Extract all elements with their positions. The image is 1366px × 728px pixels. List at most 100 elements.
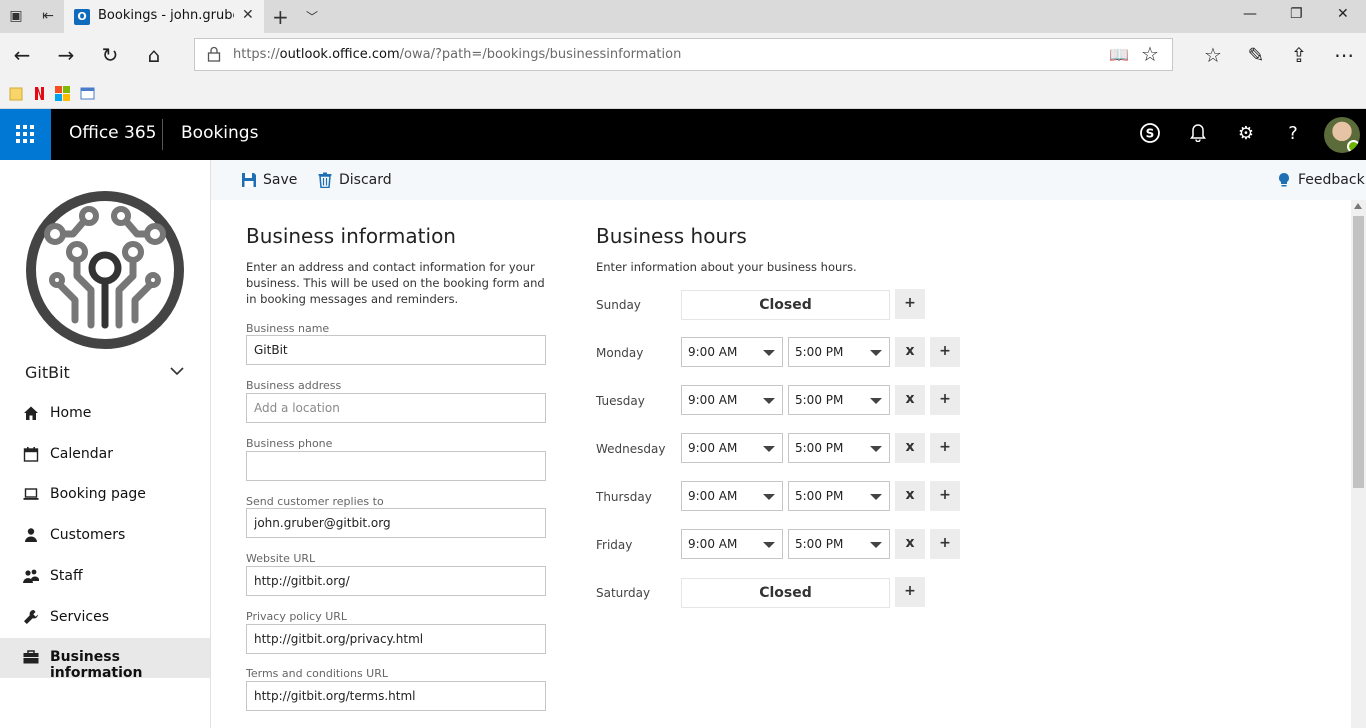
tab-preview-icon[interactable]: ▣ [8,8,24,24]
set-aside-tabs-icon[interactable]: ⇤ [40,8,56,24]
saturday-closed-status[interactable]: Closed [681,578,890,608]
business-name-selector[interactable]: GitBit [25,363,70,382]
page-scrollbar[interactable] [1351,200,1366,728]
tab-close-icon[interactable]: ✕ [242,7,254,23]
refresh-icon[interactable]: ↻ [97,42,123,68]
thursday-add-hours-button[interactable]: + [930,481,960,511]
business-information-description: Enter an address and contact information… [246,260,545,306]
website-url-label: Website URL [246,552,316,565]
sidebar-item-label: Home [50,405,92,421]
monday-add-hours-button[interactable]: + [930,337,960,367]
tuesday-add-hours-button[interactable]: + [930,385,960,415]
day-label-saturday: Saturday [596,586,651,600]
o365-header: Office 365 Bookings S ⚙ ? [0,109,1366,160]
wrench-icon [24,610,38,624]
sunday-add-hours-button[interactable]: + [895,289,925,319]
thursday-remove-hours-button[interactable]: x [895,481,925,511]
business-phone-input[interactable] [246,451,546,481]
sidebar-item-home[interactable]: Home [0,394,210,434]
outlook-favicon-icon: O [74,9,90,25]
wednesday-start-time-value: 9:00 AM [688,441,738,455]
friday-end-time-select[interactable]: 5:00 PM [788,529,890,559]
sidebar-item-business-information[interactable]: Business information [0,638,210,681]
folder-favorite-icon[interactable] [9,86,24,101]
home-browser-icon[interactable]: ⌂ [141,42,167,68]
terms-url-input[interactable] [246,681,546,711]
sidebar-item-calendar[interactable]: Calendar [0,435,210,475]
restore-icon[interactable]: ❐ [1290,6,1303,22]
netflix-icon[interactable] [32,86,47,101]
microsoft-icon[interactable] [55,86,70,101]
window-close-icon[interactable]: ✕ [1337,6,1349,22]
tuesday-remove-hours-button[interactable]: x [895,385,925,415]
settings-gear-icon[interactable]: ⚙ [1234,122,1258,146]
friday-remove-hours-button[interactable]: x [895,529,925,559]
business-address-input[interactable] [246,393,546,423]
sidebar-item-booking-page[interactable]: Booking page [0,475,210,515]
office365-brand[interactable]: Office 365 [69,123,156,143]
website-url-input[interactable] [246,566,546,596]
scrollbar-thumb[interactable] [1353,216,1364,488]
business-hours-description: Enter information about your business ho… [596,260,857,274]
customer-replies-input[interactable] [246,508,546,538]
sidebar-item-staff[interactable]: Staff [0,557,210,597]
help-icon[interactable]: ? [1281,122,1305,146]
briefcase-icon [23,650,39,664]
tab-list-chevron-icon[interactable]: ﹀ [306,8,318,25]
wednesday-end-time-value: 5:00 PM [795,441,844,455]
lock-icon [207,46,221,62]
scroll-up-arrow-icon[interactable] [1354,203,1362,209]
monday-remove-hours-button[interactable]: x [895,337,925,367]
laptop-icon [23,488,39,500]
bell-icon[interactable] [1186,122,1210,146]
sidebar-item-label: Staff [50,568,83,584]
browser-tab-active[interactable]: O Bookings - john.gruber@ ✕ [64,0,264,33]
svg-text:S: S [1146,127,1155,141]
sidebar-item-label: Business information [50,649,143,681]
favorites-hub-icon[interactable]: ☆ [1200,42,1226,68]
wednesday-add-hours-button[interactable]: + [930,433,960,463]
web-page-icon[interactable] [80,86,95,101]
dropdown-arrow-icon [763,398,775,404]
avatar[interactable] [1324,117,1360,153]
sidebar-item-customers[interactable]: Customers [0,516,210,556]
wednesday-remove-hours-button[interactable]: x [895,433,925,463]
day-label-monday: Monday [596,346,644,360]
skype-icon[interactable]: S [1138,122,1162,146]
wednesday-start-time-select[interactable]: 9:00 AM [681,433,783,463]
thursday-end-time-select[interactable]: 5:00 PM [788,481,890,511]
new-tab-icon[interactable]: + [272,5,289,29]
business-logo[interactable] [25,190,185,350]
address-bar[interactable]: https://outlook.office.com/owa/?path=/bo… [194,38,1173,71]
tuesday-end-time-select[interactable]: 5:00 PM [788,385,890,415]
saturday-add-hours-button[interactable]: + [895,577,925,607]
more-menu-icon[interactable]: ⋯ [1331,42,1357,68]
app-name[interactable]: Bookings [181,123,258,143]
favorite-star-icon[interactable]: ☆ [1141,42,1159,66]
monday-start-time-select[interactable]: 9:00 AM [681,337,783,367]
thursday-start-time-select[interactable]: 9:00 AM [681,481,783,511]
sidebar-item-services[interactable]: Services [0,598,210,638]
business-information-title: Business information [246,224,456,248]
day-label-wednesday: Wednesday [596,442,666,456]
wednesday-end-time-select[interactable]: 5:00 PM [788,433,890,463]
day-label-thursday: Thursday [596,490,652,504]
app-launcher-icon[interactable] [0,109,51,160]
privacy-policy-url-input[interactable] [246,624,546,654]
tuesday-start-time-select[interactable]: 9:00 AM [681,385,783,415]
reading-view-icon[interactable]: 📖 [1109,45,1129,64]
tuesday-end-time-value: 5:00 PM [795,393,844,407]
friday-start-time-select[interactable]: 9:00 AM [681,529,783,559]
web-note-icon[interactable]: ✎ [1243,42,1269,68]
business-name-input[interactable] [246,335,546,365]
minimize-icon[interactable]: — [1243,6,1257,22]
monday-end-time-select[interactable]: 5:00 PM [788,337,890,367]
friday-add-hours-button[interactable]: + [930,529,960,559]
terms-url-label: Terms and conditions URL [246,667,388,680]
forward-arrow-icon[interactable]: → [53,42,79,68]
share-icon[interactable]: ⇪ [1286,42,1312,68]
sunday-closed-status[interactable]: Closed [681,290,890,320]
chevron-down-icon[interactable] [168,362,186,380]
back-arrow-icon[interactable]: ← [9,42,35,68]
privacy-policy-url-label: Privacy policy URL [246,610,348,623]
